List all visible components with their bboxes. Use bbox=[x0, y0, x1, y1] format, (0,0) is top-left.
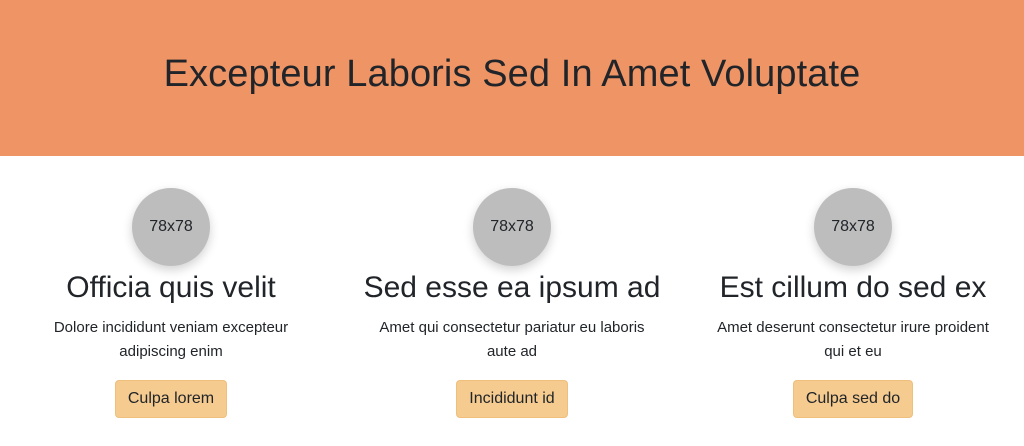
avatar-placeholder: 78x78 bbox=[473, 188, 551, 266]
avatar-placeholder: 78x78 bbox=[814, 188, 892, 266]
card-title: Officia quis velit bbox=[66, 271, 276, 304]
card-button[interactable]: Culpa sed do bbox=[792, 380, 914, 418]
page-title: Excepteur Laboris Sed In Amet Voluptate bbox=[163, 52, 861, 95]
card-text: Dolore incididunt veniam excepteur adipi… bbox=[53, 319, 289, 360]
feature-card: 78x78 Est cillum do sed ex Amet deserunt… bbox=[703, 188, 1003, 418]
card-text: Amet deserunt consectetur irure proident… bbox=[717, 319, 989, 360]
feature-card: 78x78 Sed esse ea ipsum ad Amet qui cons… bbox=[362, 188, 662, 418]
card-title: Est cillum do sed ex bbox=[719, 271, 987, 304]
avatar-placeholder: 78x78 bbox=[132, 188, 210, 266]
card-button[interactable]: Culpa lorem bbox=[114, 380, 228, 418]
feature-cards: 78x78 Officia quis velit Dolore incididu… bbox=[0, 156, 1024, 446]
card-button[interactable]: Incididunt id bbox=[456, 380, 568, 418]
card-text: Amet qui consectetur pariatur eu laboris… bbox=[379, 319, 645, 360]
card-title: Sed esse ea ipsum ad bbox=[363, 271, 661, 304]
hero-banner: Excepteur Laboris Sed In Amet Voluptate bbox=[0, 0, 1024, 156]
feature-card: 78x78 Officia quis velit Dolore incididu… bbox=[21, 188, 321, 418]
